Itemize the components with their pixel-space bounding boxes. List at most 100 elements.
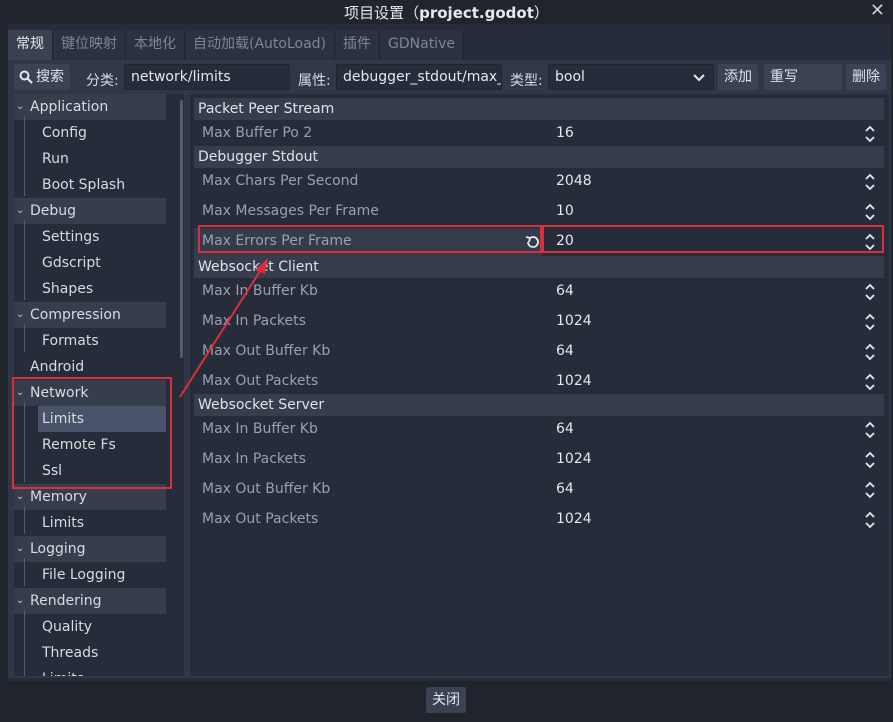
spinner-arrows-icon[interactable] [865,282,875,302]
tab-autoload[interactable]: 自动加载(AutoLoad) [185,30,336,60]
spinner-arrows-icon[interactable] [865,124,875,144]
tree-item-boot-splash[interactable]: Boot Splash [14,172,184,198]
property-row[interactable]: Max Out Buffer Kb 64 [194,476,884,504]
tree-guide [24,220,25,300]
spinner-arrows-icon[interactable] [865,202,875,222]
property-row[interactable]: Max Buffer Po 2 16 [194,120,884,148]
property-row[interactable]: Max Messages Per Frame 10 [194,198,884,226]
spinbox-value: 1024 [556,373,592,389]
spinbox-value: 64 [556,283,574,299]
section-header: Debugger Stdout [194,146,884,168]
property-name: Max Buffer Po 2 [202,125,313,141]
tree-label: Settings [42,229,100,245]
tree-item-file-logging[interactable]: File Logging [14,562,184,588]
tree-category-logging[interactable]: ⌄ Logging [14,536,166,562]
property-name: Max In Packets [202,313,306,329]
delete-button[interactable]: 删除 [846,64,886,90]
property-row[interactable]: Max Out Packets 1024 [194,506,884,534]
spinner-arrows-icon[interactable] [865,420,875,440]
tree-label: Debug [30,203,77,219]
spinbox-value: 16 [556,125,574,141]
tree-item-settings[interactable]: Settings [14,224,184,250]
property-row[interactable]: Max In Buffer Kb 64 [194,278,884,306]
spinbox[interactable]: 1024 [542,308,883,336]
annotation-box-network [12,377,172,489]
tree-label: Limits [42,666,84,676]
type-select-value: bool [555,69,585,85]
tree-item-gdscript[interactable]: Gdscript [14,250,184,276]
tree-label: Compression [30,307,121,323]
property-inspector: Packet Peer Stream Max Buffer Po 2 16 De… [190,94,889,676]
close-button[interactable]: 关闭 [426,687,466,713]
spinbox-value: 1024 [556,511,592,527]
tree-category-application[interactable]: ⌄ Application [14,94,166,120]
tree-label: Shapes [42,281,94,297]
tree-item-rendering-limits[interactable]: Limits [14,666,184,676]
title-bar: 项目设置（project.godot） ✕ [0,0,893,24]
spinbox[interactable]: 64 [542,278,883,306]
property-row[interactable]: Max Out Buffer Kb 64 [194,338,884,366]
property-row[interactable]: Max Chars Per Second 2048 [194,168,884,196]
spinbox[interactable]: 1024 [542,446,883,474]
property-row[interactable]: Max Out Packets 1024 [194,368,884,396]
tree-guide [24,558,25,586]
spinner-arrows-icon[interactable] [865,342,875,362]
override-button[interactable]: 重写的...... [764,64,842,111]
tree-label: Run [42,151,69,167]
tree-label: Formats [42,333,99,349]
spinbox-value: 1024 [556,451,592,467]
spinner-arrows-icon[interactable] [865,480,875,500]
tab-bar: 常规 键位映射 本地化 自动加载(AutoLoad) 插件 GDNative [8,30,464,60]
spinbox[interactable]: 1024 [542,506,883,534]
tab-gdnative[interactable]: GDNative [380,30,464,60]
tree-label: Rendering [30,593,102,609]
tree-category-compression[interactable]: ⌄ Compression [14,302,166,328]
property-row[interactable]: Max In Packets 1024 [194,308,884,336]
spinbox[interactable]: 64 [542,338,883,366]
tree-item-formats[interactable]: Formats [14,328,184,354]
add-button[interactable]: 添加 [718,64,758,90]
spinbox[interactable]: 16 [542,120,883,148]
spinner-arrows-icon[interactable] [865,172,875,192]
tree-category-debug[interactable]: ⌄ Debug [14,198,166,224]
tree-item-shapes[interactable]: Shapes [14,276,184,302]
tab-input-map[interactable]: 键位映射 [53,30,126,60]
settings-panel: 搜索 分类: network/limits 属性: debugger_stdou… [8,60,891,678]
section-header: Websocket Client [194,256,884,278]
tab-general[interactable]: 常规 [8,30,53,60]
tree-item-quality[interactable]: Quality [14,614,184,640]
tree-guide [24,506,25,534]
spinner-arrows-icon[interactable] [865,372,875,392]
spinner-arrows-icon[interactable] [865,450,875,470]
tree-item-threads[interactable]: Threads [14,640,184,666]
close-icon[interactable]: ✕ [870,0,885,21]
dialog-footer: 关闭 [0,681,893,722]
spinbox[interactable]: 64 [542,476,883,504]
spinbox[interactable]: 1024 [542,368,883,396]
tree-item-config[interactable]: Config [14,120,184,146]
tree-item-run[interactable]: Run [14,146,184,172]
property-input[interactable]: debugger_stdout/max_ [336,64,502,90]
spinner-arrows-icon[interactable] [865,510,875,530]
tab-plugins[interactable]: 插件 [335,30,381,60]
tab-localization[interactable]: 本地化 [126,30,185,60]
property-row[interactable]: Max In Packets 1024 [194,446,884,474]
project-settings-window: 常规 键位映射 本地化 自动加载(AutoLoad) 插件 GDNative 搜… [8,24,891,681]
spinbox[interactable]: 64 [542,416,883,444]
spinbox[interactable]: 2048 [542,168,883,196]
annotation-box-property-value [542,225,884,253]
section-header: Websocket Server [194,394,884,416]
window-title: 项目设置（project.godot） [344,4,549,22]
search-button[interactable]: 搜索 [14,64,70,90]
tree-item-memory-limits[interactable]: Limits [14,510,184,536]
tree-label: Quality [42,619,93,635]
type-select[interactable]: bool [548,64,714,90]
tree-guide [24,116,25,196]
category-input[interactable]: network/limits [124,64,290,90]
property-name: Max Chars Per Second [202,173,359,189]
spinbox-value: 64 [556,343,574,359]
spinner-arrows-icon[interactable] [865,312,875,332]
property-row[interactable]: Max In Buffer Kb 64 [194,416,884,444]
spinbox[interactable]: 10 [542,198,883,226]
tree-category-rendering[interactable]: ⌄ Rendering [14,588,166,614]
